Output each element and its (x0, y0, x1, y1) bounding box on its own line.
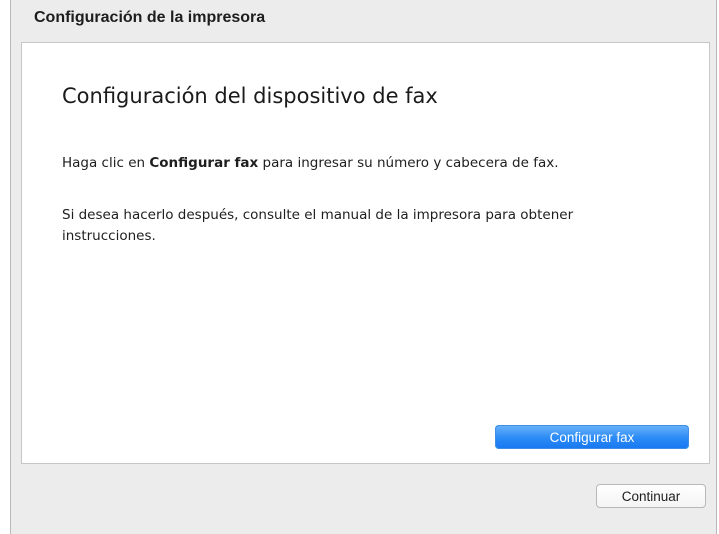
page-heading: Configuración del dispositivo de fax (62, 84, 438, 108)
content-panel: Configuración del dispositivo de fax Hag… (21, 42, 710, 464)
instruction-suffix: para ingresar su número y cabecera de fa… (258, 155, 559, 171)
configure-fax-button[interactable]: Configurar fax (495, 425, 689, 449)
printer-setup-window: Configuración de la impresora Configurac… (10, 0, 717, 534)
instruction-emphasis: Configurar fax (149, 155, 259, 171)
window-title: Configuración de la impresora (34, 9, 266, 26)
instruction-prefix: Haga clic en (62, 155, 150, 171)
continue-button[interactable]: Continuar (596, 484, 706, 508)
later-setup-paragraph: Si desea hacerlo después, consulte el ma… (62, 207, 574, 244)
instruction-paragraph: Haga clic en Configurar fax para ingresa… (62, 153, 692, 174)
title-bar: Configuración de la impresora (11, 0, 716, 36)
